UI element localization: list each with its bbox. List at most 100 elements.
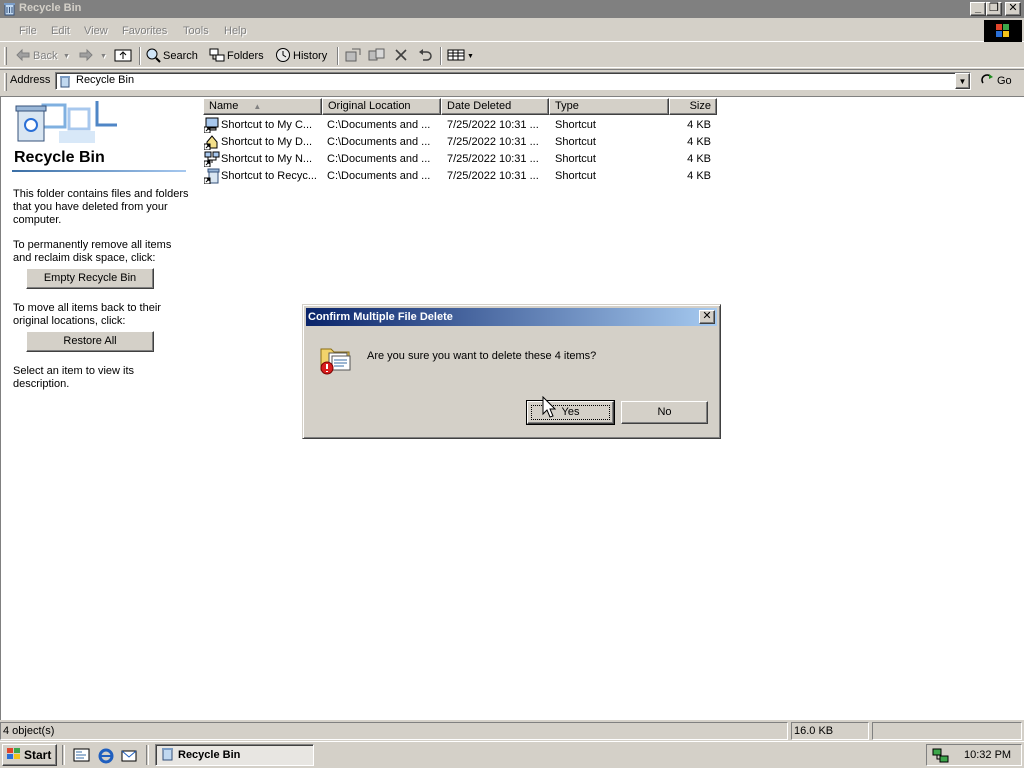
chevron-down-icon: ▼ (467, 52, 474, 60)
status-object-count: 4 object(s) (0, 722, 788, 740)
address-dropdown-button[interactable]: ▼ (955, 73, 970, 89)
sort-ascending-icon: ▲ (253, 102, 262, 111)
no-button[interactable]: No (621, 401, 708, 424)
dialog-message: Are you sure you want to delete these 4 … (367, 350, 597, 362)
dialog-close-button[interactable]: ✕ (699, 310, 715, 324)
toolbar-separator (440, 47, 442, 65)
outlook-express-icon[interactable] (120, 747, 138, 767)
address-bar-grip[interactable] (4, 73, 7, 91)
left-pane-remove-text: To permanently remove all items and recl… (13, 239, 172, 264)
copy-to-button[interactable] (368, 48, 386, 64)
history-button[interactable]: History (275, 47, 327, 66)
file-size: 4 KB (687, 153, 711, 165)
recycle-bin-icon (160, 746, 175, 764)
clock[interactable]: 10:32 PM (964, 749, 1011, 761)
file-size: 4 KB (687, 170, 711, 182)
back-dropdown-button[interactable]: ▼ (63, 48, 70, 64)
history-icon (275, 47, 291, 66)
menu-bar: File Edit View Favorites Tools Help (0, 20, 1024, 42)
search-label: Search (163, 50, 198, 62)
column-header-size[interactable]: Size (669, 98, 717, 115)
column-header-original-location[interactable]: Original Location (322, 98, 441, 115)
dialog-title-bar[interactable]: Confirm Multiple File Delete ✕ (306, 308, 717, 326)
start-button[interactable]: Start (2, 744, 57, 766)
chevron-down-icon: ▼ (63, 52, 70, 60)
show-desktop-icon[interactable] (73, 747, 91, 767)
search-button[interactable]: Search (145, 48, 198, 64)
undo-icon (417, 48, 433, 65)
toolbar-grip[interactable] (4, 47, 7, 65)
folders-button[interactable]: Folders (209, 48, 264, 64)
column-header-name[interactable]: Name ▲ (203, 98, 322, 115)
up-folder-button[interactable] (114, 48, 132, 64)
window-title: Recycle Bin (19, 2, 82, 14)
file-location: C:\Documents and ... (327, 170, 431, 182)
column-header-date-deleted[interactable]: Date Deleted (441, 98, 549, 115)
menu-tools[interactable]: Tools (183, 25, 209, 37)
file-name: Shortcut to My C... (221, 119, 313, 131)
file-row[interactable]: Shortcut to Recyc... C:\Documents and ..… (203, 168, 723, 187)
dialog-title: Confirm Multiple File Delete (308, 311, 453, 323)
taskbar-separator (62, 745, 65, 765)
go-button[interactable]: Go (980, 73, 1012, 89)
taskbar-item-label: Recycle Bin (178, 749, 241, 761)
file-row[interactable]: Shortcut to My N... C:\Documents and ...… (203, 151, 723, 168)
back-arrow-icon (15, 48, 31, 65)
minimize-button[interactable]: _ (970, 2, 986, 16)
file-date: 7/25/2022 10:31 ... (447, 119, 539, 131)
taskbar (0, 741, 1024, 768)
window-title-bar[interactable]: Recycle Bin _ ❐ ✕ (0, 0, 1024, 18)
restore-button[interactable]: ❐ (986, 2, 1002, 16)
file-row[interactable]: Shortcut to My C... C:\Documents and ...… (203, 117, 723, 134)
copy-to-icon (368, 47, 386, 66)
menu-help[interactable]: Help (224, 25, 247, 37)
recycle-bin-banner-icon (3, 99, 121, 150)
file-date: 7/25/2022 10:31 ... (447, 153, 539, 165)
column-header-type[interactable]: Type (549, 98, 669, 115)
file-size: 4 KB (687, 119, 711, 131)
file-location: C:\Documents and ... (327, 119, 431, 131)
file-date: 7/25/2022 10:31 ... (447, 136, 539, 148)
close-button[interactable]: ✕ (1005, 2, 1021, 16)
left-pane-title: Recycle Bin (14, 149, 105, 166)
forward-dropdown-button[interactable]: ▼ (100, 48, 107, 64)
delete-button[interactable] (394, 48, 408, 64)
move-to-button[interactable] (344, 48, 362, 64)
folders-icon (209, 47, 225, 66)
up-folder-icon (114, 47, 132, 65)
undo-button[interactable] (417, 48, 433, 64)
delete-x-icon (394, 48, 408, 65)
toolbar-separator (337, 47, 339, 65)
column-label-name: Name (209, 100, 239, 112)
yes-button[interactable]: Yes (526, 400, 615, 425)
address-input[interactable] (55, 72, 971, 90)
menu-edit[interactable]: Edit (51, 25, 70, 37)
status-zone (872, 722, 1022, 740)
internet-explorer-icon[interactable] (97, 747, 115, 767)
left-pane-description: This folder contains files and folders t… (13, 188, 189, 226)
menu-view[interactable]: View (84, 25, 108, 37)
file-size: 4 KB (687, 136, 711, 148)
taskbar-item-recycle-bin[interactable]: Recycle Bin (155, 744, 314, 766)
file-name: Shortcut to My D... (221, 136, 313, 148)
file-name: Shortcut to Recyc... (221, 170, 317, 182)
folders-label: Folders (227, 50, 264, 62)
windows-flag-icon (6, 747, 22, 764)
file-location: C:\Documents and ... (327, 153, 431, 165)
recycle-bin-icon (58, 74, 72, 91)
empty-recycle-bin-button[interactable]: Empty Recycle Bin (26, 268, 154, 289)
views-button[interactable]: ▼ (447, 48, 474, 64)
toolbar-separator (139, 47, 141, 65)
go-arrow-icon (980, 73, 994, 90)
recycle-bin-shortcut-icon (203, 168, 220, 187)
chevron-down-icon: ▼ (958, 77, 967, 86)
file-row[interactable]: Shortcut to My D... C:\Documents and ...… (203, 134, 723, 151)
forward-button[interactable] (78, 48, 94, 64)
menu-file[interactable]: File (19, 25, 37, 37)
back-button[interactable]: Back (15, 48, 57, 64)
file-type: Shortcut (555, 153, 596, 165)
network-connection-icon[interactable] (932, 747, 950, 767)
menu-favorites[interactable]: Favorites (122, 25, 167, 37)
file-name: Shortcut to My N... (221, 153, 313, 165)
restore-all-button[interactable]: Restore All (26, 331, 154, 352)
